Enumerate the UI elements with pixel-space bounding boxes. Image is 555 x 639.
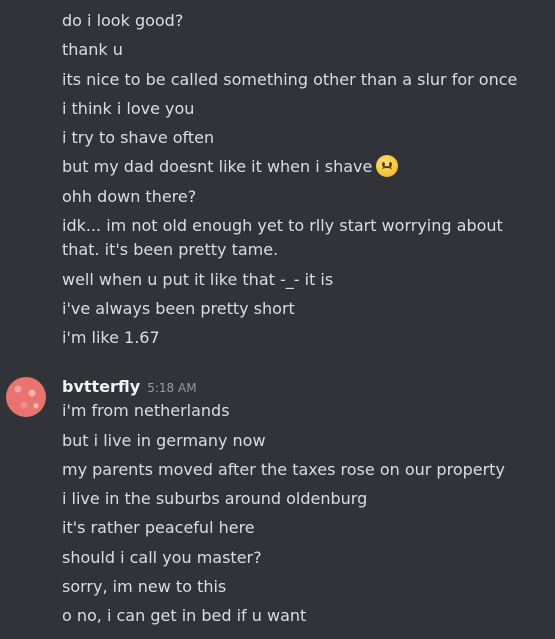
message-text: thank u xyxy=(62,40,123,59)
message-text: it's rather peaceful here xyxy=(62,518,255,537)
message-header: bvtterfly 5:18 AM xyxy=(62,375,197,399)
avatar[interactable] xyxy=(6,377,46,417)
message-text: its nice to be called something other th… xyxy=(62,70,518,89)
message-text: sorry, im new to this xyxy=(62,577,227,596)
message-text: i think i love you xyxy=(62,99,195,118)
message-text: should i call you master? xyxy=(62,548,262,567)
message-text: i'm like 1.67 xyxy=(62,328,160,347)
message-text: ohh down there? xyxy=(62,187,197,206)
chat-messages: do i look good? thank u its nice to be c… xyxy=(0,0,555,639)
message-text: my parents moved after the taxes rose on… xyxy=(62,460,505,479)
message-text: idk... im not old enough yet to rlly sta… xyxy=(62,216,503,259)
message-with-emoji: but my dad doesnt like it when i shave xyxy=(62,155,543,179)
message-text: i've always been pretty short xyxy=(62,299,295,318)
slightly-frowning-face-icon xyxy=(376,155,399,177)
message-text: well when u put it like that -_- it is xyxy=(62,270,334,289)
message-text: i live in the suburbs around oldenburg xyxy=(62,489,368,508)
message-text: o no, i can get in bed if u want xyxy=(62,606,307,625)
timestamp: 5:18 AM xyxy=(147,381,197,395)
username[interactable]: bvtterfly xyxy=(62,375,140,399)
message-text: i try to shave often xyxy=(62,128,215,147)
message-text: i'm from netherlands xyxy=(62,401,230,420)
message-text: but i live in germany now xyxy=(62,431,266,450)
message-text: but my dad doesnt like it when i shave xyxy=(62,157,373,176)
message-text: do i look good? xyxy=(62,11,184,30)
